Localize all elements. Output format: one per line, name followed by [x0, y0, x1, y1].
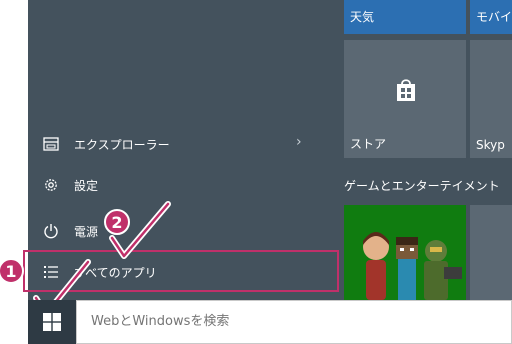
step-badge-2: 2 [104, 209, 130, 235]
start-button[interactable] [38, 308, 66, 336]
search-input[interactable] [89, 313, 493, 330]
search-box[interactable] [76, 300, 512, 344]
taskbar [28, 300, 512, 344]
checkmark-annotations [33, 201, 171, 317]
windows-logo-icon [43, 313, 61, 331]
